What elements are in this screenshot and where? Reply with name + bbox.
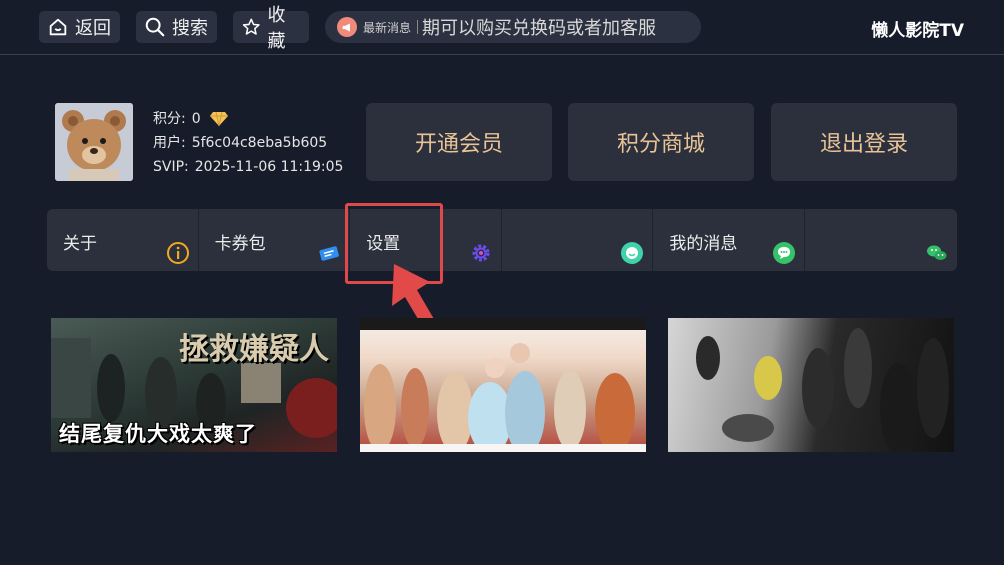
svip-value: 2025-11-06 11:19:05	[194, 159, 344, 175]
menu-item-messages[interactable]: 我的消息	[653, 209, 805, 271]
points-key: 积分:	[153, 111, 186, 127]
back-label: 返回	[75, 18, 111, 39]
menu-item-wechat[interactable]	[804, 209, 957, 271]
news-divider	[417, 20, 419, 34]
poster-caption: 结尾复仇大戏太爽了	[59, 422, 257, 446]
search-icon	[145, 17, 165, 37]
user-key: 用户:	[153, 135, 186, 151]
user-row: 用户: 5f6c04c8eba5b605	[153, 131, 343, 155]
search-label: 搜索	[172, 18, 208, 39]
open-vip-button[interactable]: 开通会员	[366, 103, 552, 181]
points-mall-button[interactable]: 积分商城	[568, 103, 754, 181]
menu-item-label: 卡券包	[214, 234, 266, 254]
diamond-icon	[209, 111, 228, 127]
poster-image	[360, 318, 646, 452]
svip-key: SVIP:	[153, 159, 189, 175]
info-icon	[166, 242, 189, 264]
user-value: 5f6c04c8eba5b605	[191, 135, 328, 151]
menu-item-service[interactable]	[501, 209, 654, 271]
teddy-bear-image	[55, 103, 133, 181]
poster-image	[696, 328, 949, 452]
message-icon	[772, 242, 795, 264]
menu-item-label: 我的消息	[669, 234, 738, 254]
favorite-label: 收藏	[267, 5, 286, 52]
app-title: 懒人影院TV	[871, 21, 964, 41]
logout-button[interactable]: 退出登录	[771, 103, 957, 181]
chat-face-icon	[621, 242, 644, 264]
search-button[interactable]: 搜索	[136, 11, 217, 43]
news-marquee-text: 期可以购买兑换码或者加客服	[422, 18, 657, 39]
poster-card[interactable]	[360, 318, 646, 452]
menu-item-label: 设置	[366, 234, 401, 254]
profile-info: 积分: 0 用户: 5f6c04c8eba5b605 SVIP: 2025-11…	[153, 107, 343, 179]
news-ticker[interactable]: 最新消息 期可以购买兑换码或者加客服	[325, 11, 701, 43]
menu-item-coupons[interactable]: 卡券包	[198, 209, 351, 271]
avatar[interactable]	[55, 103, 133, 181]
news-label: 最新消息	[363, 20, 412, 35]
menu-row: 关于 卡券包 设置 我的消息	[47, 209, 957, 271]
back-button[interactable]: 返回	[39, 11, 120, 43]
home-icon	[49, 18, 67, 36]
menu-item-about[interactable]: 关于	[47, 209, 199, 271]
poster-card[interactable]	[668, 318, 954, 452]
top-bar: 返回 搜索 收藏 最新消息 期可以购买兑换码或者加客服 懒人影院TV	[0, 0, 1004, 55]
points-value: 0	[191, 111, 201, 127]
menu-item-label: 关于	[63, 234, 97, 254]
ticket-icon	[319, 246, 339, 261]
star-icon	[242, 18, 260, 35]
poster-card[interactable]: 拯救嫌疑人 结尾复仇大戏太爽了	[51, 318, 337, 452]
favorite-button[interactable]: 收藏	[233, 5, 309, 52]
svip-row: SVIP: 2025-11-06 11:19:05	[153, 155, 343, 179]
megaphone-icon	[337, 17, 357, 37]
wechat-icon	[926, 245, 947, 260]
poster-title: 拯救嫌疑人	[179, 332, 329, 367]
points-row: 积分: 0	[153, 107, 343, 131]
